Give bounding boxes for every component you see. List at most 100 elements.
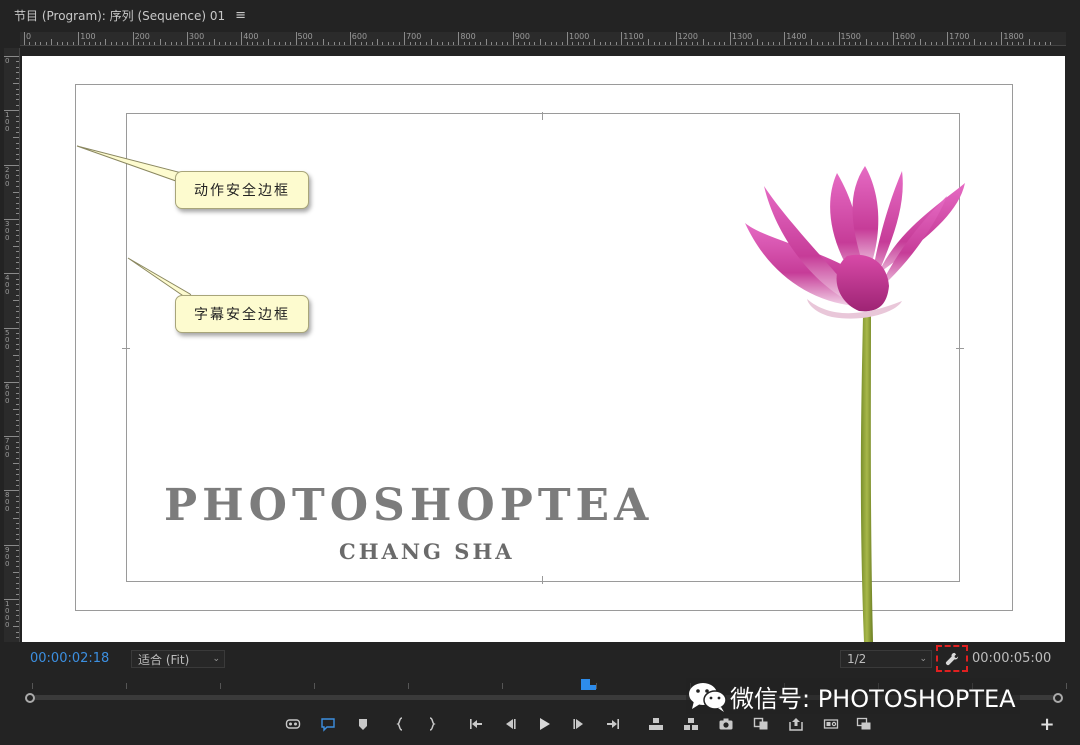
button-editor-plus[interactable]: +	[1038, 713, 1056, 735]
ruler-minor-tick	[16, 186, 19, 188]
ruler-label: 300	[5, 219, 10, 242]
step-forward-button[interactable]	[568, 713, 590, 735]
ruler-minor-tick	[805, 42, 807, 45]
ruler-minor-tick	[16, 267, 19, 269]
ruler-minor-tick	[16, 251, 19, 253]
ruler-minor-tick	[13, 246, 19, 248]
ruler-minor-tick	[16, 441, 19, 443]
ruler-minor-tick	[16, 533, 19, 535]
comment-marker-button[interactable]	[317, 713, 339, 735]
ruler-minor-tick	[626, 42, 628, 45]
ruler-minor-tick	[691, 42, 693, 45]
extract-button[interactable]	[680, 713, 702, 735]
settings-wrench-button[interactable]	[936, 645, 968, 672]
go-to-out-button[interactable]	[602, 713, 624, 735]
callout-title-safe-label: 字幕安全边框	[194, 307, 290, 323]
ruler-minor-tick	[16, 376, 19, 378]
vr-video-button[interactable]	[282, 713, 304, 735]
ruler-minor-tick	[214, 39, 216, 45]
ruler-label: 600	[5, 382, 10, 405]
play-button[interactable]	[533, 713, 555, 735]
horizontal-ruler: 0 100 200 300 400 500 600 700 800 900 1000 1100 1200…	[20, 32, 1066, 46]
ruler-minor-tick	[16, 235, 19, 237]
overwrite-icon	[789, 718, 803, 731]
ruler-minor-tick	[16, 457, 19, 459]
hamburger-icon[interactable]: ≡	[235, 8, 246, 23]
ruler-minor-tick	[827, 42, 829, 45]
ruler-minor-tick	[903, 42, 905, 45]
ruler-minor-tick	[94, 42, 96, 45]
ruler-minor-tick	[1050, 42, 1052, 45]
mark-in-button[interactable]	[389, 713, 411, 735]
zoom-level-select[interactable]: 适合 (Fit) ⌄	[131, 650, 225, 668]
extract-icon	[684, 718, 698, 730]
chevron-down-icon: ⌄	[919, 654, 927, 664]
ruler-minor-tick	[16, 555, 19, 557]
ruler-minor-tick	[252, 42, 254, 45]
lift-button[interactable]	[645, 713, 667, 735]
current-timecode[interactable]: 00:00:02:18	[30, 651, 109, 666]
ruler-minor-tick	[16, 468, 19, 470]
ruler-label: 400	[5, 274, 10, 297]
ruler-minor-tick	[181, 42, 183, 45]
playback-resolution-select[interactable]: 1/2 ⌄	[840, 650, 932, 668]
ruler-major-tick	[186, 32, 188, 45]
ruler-minor-tick	[16, 132, 19, 134]
ruler-minor-tick	[708, 42, 710, 45]
ruler-minor-tick	[16, 425, 19, 427]
go-to-out-icon	[607, 719, 619, 729]
ruler-label: 800	[5, 491, 10, 514]
zoom-scroll-handle-left[interactable]	[25, 693, 35, 703]
ruler-label: 600	[351, 32, 368, 41]
ruler-minor-tick	[16, 311, 19, 313]
program-monitor-canvas[interactable]: 动作安全边框 字幕安全边框 PHOTOSHOPTEA CHANG SHA	[22, 56, 1065, 642]
vertical-ruler: 0 100 200 300 400 500 600 700 800 900 1000	[4, 48, 20, 642]
ruler-minor-tick	[246, 42, 248, 45]
ruler-minor-tick	[914, 42, 916, 45]
ruler-major-tick	[729, 32, 731, 45]
ruler-minor-tick	[235, 42, 237, 45]
ruler-minor-tick	[16, 446, 19, 448]
overwrite-button[interactable]	[785, 713, 807, 735]
step-back-button[interactable]	[499, 713, 521, 735]
multi-camera-button[interactable]	[853, 713, 875, 735]
ruler-minor-tick	[311, 42, 313, 45]
ruler-minor-tick	[16, 403, 19, 405]
proxy-toggle-button[interactable]	[820, 713, 842, 735]
ruler-major-tick	[947, 32, 949, 45]
add-marker-button[interactable]	[352, 713, 374, 735]
ruler-minor-tick	[398, 42, 400, 45]
ruler-minor-tick	[713, 42, 715, 45]
ruler-label: 1300	[731, 32, 753, 41]
ruler-label: 700	[5, 437, 10, 460]
ruler-label: 200	[134, 32, 150, 41]
ruler-minor-tick	[143, 42, 145, 45]
ruler-label: 100	[5, 111, 10, 134]
go-to-in-button[interactable]	[465, 713, 487, 735]
ruler-label: 1700	[949, 32, 970, 41]
ruler-minor-tick	[170, 42, 172, 45]
zoom-scroll-handle-right[interactable]	[1053, 693, 1063, 703]
time-ruler-tick	[408, 683, 409, 689]
comparison-view-button[interactable]	[750, 713, 772, 735]
export-frame-button[interactable]	[715, 713, 737, 735]
multi-camera-icon	[856, 717, 871, 730]
duration-timecode: 00:00:05:00	[972, 651, 1052, 666]
ruler-major-tick	[458, 32, 460, 45]
ruler-minor-tick	[843, 42, 845, 45]
mark-out-button[interactable]	[421, 713, 443, 735]
ruler-minor-tick	[968, 42, 970, 45]
ruler-label: 1400	[786, 32, 807, 41]
ruler-minor-tick	[409, 42, 411, 45]
ruler-minor-tick	[588, 42, 590, 45]
ruler-minor-tick	[16, 142, 19, 144]
ruler-minor-tick	[16, 262, 19, 264]
ruler-minor-tick	[490, 42, 492, 45]
ruler-minor-tick	[34, 42, 36, 45]
ruler-minor-tick	[16, 284, 19, 286]
wechat-id-text: 微信号: PHOTOSHOPTEA	[730, 684, 1016, 713]
ruler-major-tick	[78, 32, 80, 45]
time-ruler-tick	[126, 683, 127, 689]
ruler-minor-tick	[757, 39, 759, 45]
ruler-minor-tick	[16, 566, 19, 568]
